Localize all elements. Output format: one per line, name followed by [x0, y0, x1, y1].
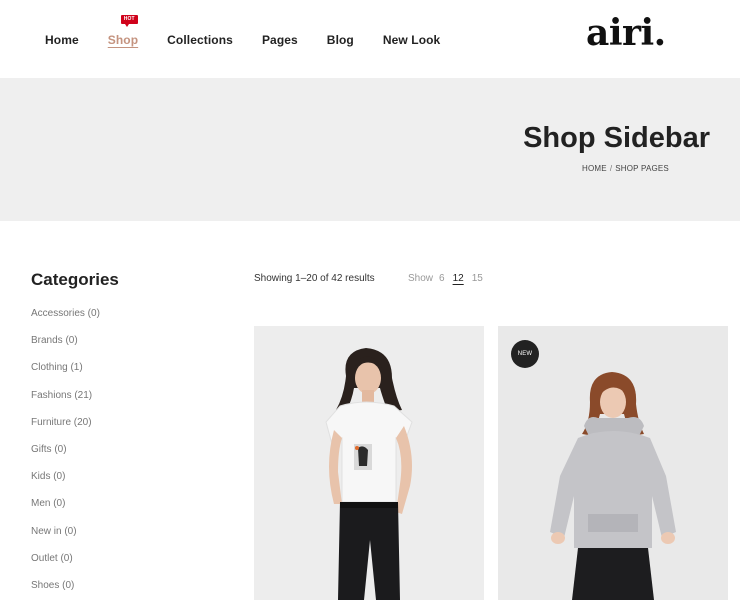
product-card[interactable]: NEW: [498, 326, 728, 600]
category-brands[interactable]: Brands (0): [31, 335, 100, 362]
category-clothing[interactable]: Clothing (1): [31, 362, 100, 389]
page-title: Shop Sidebar: [523, 122, 710, 154]
category-fashions[interactable]: Fashions (21): [31, 390, 100, 417]
breadcrumb-current: SHOP PAGES: [615, 164, 669, 173]
show-label: Show: [408, 273, 434, 284]
results-count: Showing 1–20 of 42 results: [254, 273, 375, 284]
nav-new-look[interactable]: New Look: [383, 33, 440, 47]
category-accessories[interactable]: Accessories (0): [31, 308, 100, 335]
page-banner: Shop Sidebar HOME / SHOP PAGES: [0, 78, 740, 221]
category-kids[interactable]: Kids (0): [31, 471, 100, 498]
nav-home[interactable]: Home: [45, 33, 79, 47]
category-shoes[interactable]: Shoes (0): [31, 580, 100, 600]
per-page-selector: Show 6 12 15: [408, 273, 491, 284]
per-page-option-15[interactable]: 15: [472, 273, 483, 284]
category-gifts[interactable]: Gifts (0): [31, 444, 100, 471]
product-image-white-tee: [325, 348, 413, 600]
categories-title: Categories: [31, 270, 119, 289]
nav-collections[interactable]: Collections: [167, 33, 233, 47]
category-outlet[interactable]: Outlet (0): [31, 553, 100, 580]
per-page-option-12[interactable]: 12: [453, 273, 464, 284]
breadcrumb-home[interactable]: HOME: [582, 164, 607, 173]
category-furniture[interactable]: Furniture (20): [31, 417, 100, 444]
site-logo[interactable]: airi.: [586, 12, 666, 54]
category-new-in[interactable]: New in (0): [31, 526, 100, 553]
nav-shop[interactable]: Shop HOT: [107, 15, 139, 47]
site-header: Home Shop HOT Collections Pages Blog New…: [0, 0, 740, 78]
main-nav: Home Shop HOT Collections Pages Blog New…: [45, 15, 469, 47]
product-card[interactable]: [254, 326, 484, 600]
nav-pages[interactable]: Pages: [262, 33, 298, 47]
category-list: Accessories (0) Brands (0) Clothing (1) …: [31, 308, 100, 600]
breadcrumb: HOME / SHOP PAGES: [582, 164, 669, 173]
category-men[interactable]: Men (0): [31, 498, 100, 525]
per-page-option-6[interactable]: 6: [439, 273, 445, 284]
new-badge: NEW: [511, 340, 539, 368]
breadcrumb-separator: /: [609, 164, 613, 173]
hot-badge: HOT: [120, 15, 138, 27]
nav-shop-label: Shop: [107, 33, 139, 47]
nav-blog[interactable]: Blog: [327, 33, 354, 47]
product-image-grey-hoodie: [550, 372, 676, 600]
